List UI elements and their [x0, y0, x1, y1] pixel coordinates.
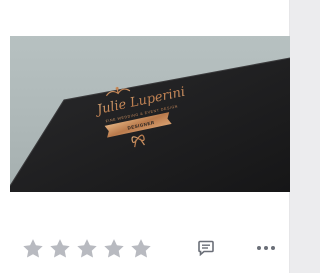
star-icon[interactable] — [22, 238, 44, 259]
star-icon[interactable] — [130, 238, 152, 259]
star-icon[interactable] — [49, 238, 71, 259]
star-rating[interactable] — [22, 238, 152, 259]
design-thumbnail[interactable]: Julie Luperini FINE WEDDING & EVENT DESI… — [10, 36, 290, 192]
more-dot — [264, 246, 268, 250]
media-card: Julie Luperini FINE WEDDING & EVENT DESI… — [0, 0, 290, 273]
more-options-button[interactable] — [254, 242, 278, 254]
comment-button[interactable] — [196, 238, 216, 258]
star-icon[interactable] — [76, 238, 98, 259]
comment-icon — [198, 240, 214, 256]
more-horizontal-icon — [257, 246, 261, 250]
star-icon[interactable] — [103, 238, 125, 259]
card-actions — [0, 226, 290, 270]
more-dot — [271, 246, 275, 250]
